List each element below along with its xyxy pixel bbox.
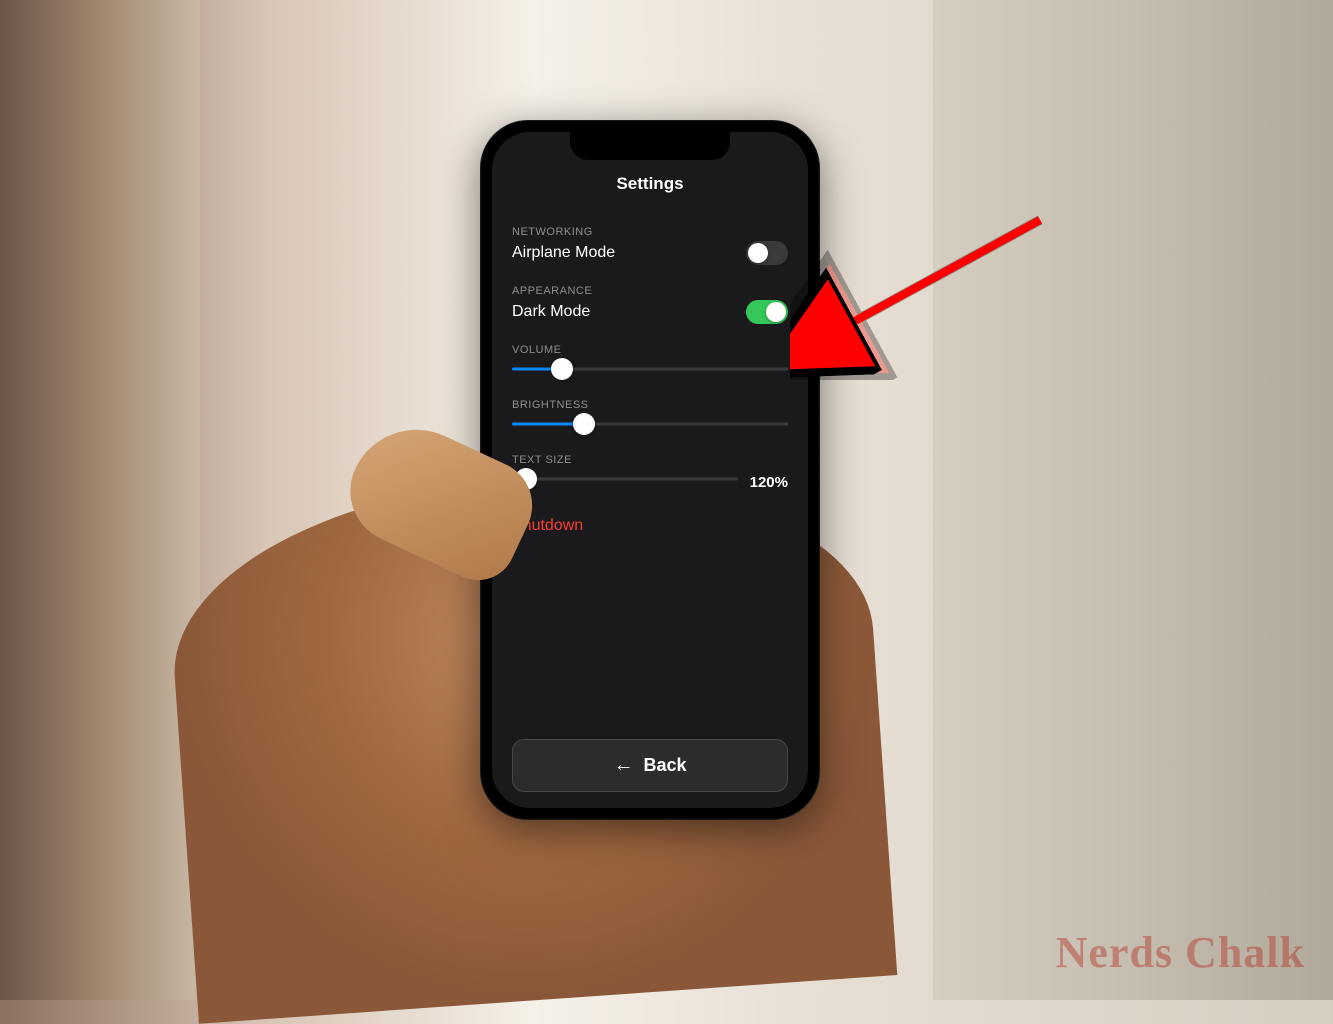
dark-mode-label: Dark Mode <box>512 303 590 321</box>
page-title: Settings <box>512 174 788 194</box>
annotation-arrow-icon <box>790 200 1070 380</box>
dark-mode-toggle[interactable] <box>746 300 788 324</box>
airplane-mode-row: Airplane Mode <box>512 241 788 265</box>
textsize-value: 120% <box>750 474 788 491</box>
phone-notch <box>570 132 730 160</box>
airplane-mode-label: Airplane Mode <box>512 244 615 262</box>
arrow-left-icon: ← <box>613 754 633 777</box>
back-button[interactable]: ← Back <box>512 739 788 792</box>
phone-frame: Settings NETWORKING Airplane Mode APPEAR… <box>480 120 820 820</box>
section-brightness-label: BRIGHTNESS <box>512 399 788 411</box>
shutdown-button[interactable]: Shutdown <box>512 517 788 535</box>
back-button-label: Back <box>643 755 686 776</box>
watermark-text: Nerds Chalk <box>1056 927 1305 978</box>
phone-screen: Settings NETWORKING Airplane Mode APPEAR… <box>492 132 808 808</box>
brightness-slider[interactable] <box>512 414 788 434</box>
section-appearance-label: APPEARANCE <box>512 285 788 297</box>
dark-mode-row: Dark Mode <box>512 300 788 324</box>
textsize-slider[interactable] <box>512 469 738 489</box>
volume-slider[interactable] <box>512 359 788 379</box>
section-networking-label: NETWORKING <box>512 226 788 238</box>
airplane-mode-toggle[interactable] <box>746 241 788 265</box>
section-volume-label: VOLUME <box>512 344 788 356</box>
section-textsize-label: TEXT SIZE <box>512 454 788 466</box>
